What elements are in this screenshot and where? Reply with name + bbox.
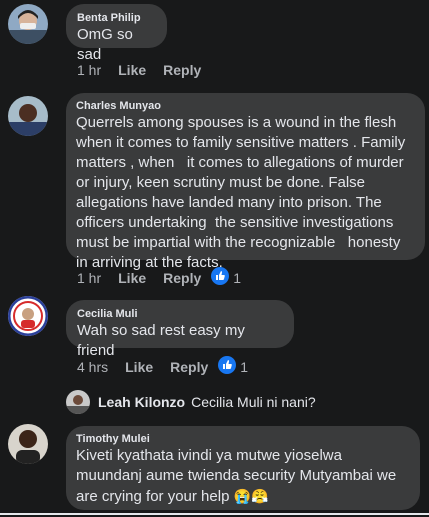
comment-text: OmG so sad	[77, 26, 138, 63]
comment-bubble-benta-philip: Benta Philip OmG so sad	[66, 4, 167, 63]
comment-timestamp[interactable]: 1 hr	[77, 270, 101, 286]
crying-emoji-icon: 😭😤	[233, 488, 269, 504]
comment-author[interactable]: Cecilia Muli	[77, 308, 283, 321]
avatar-benta-philip[interactable]	[8, 4, 48, 44]
reply-button[interactable]: Reply	[163, 62, 201, 78]
comment-author[interactable]: Charles Munyao	[76, 100, 415, 113]
like-reaction-icon	[218, 356, 237, 377]
like-button[interactable]: Like	[125, 359, 153, 375]
avatar-charles-munyao[interactable]	[8, 96, 48, 136]
comment-bubble-cecilia-muli: Cecilia Muli Wah so sad rest easy my fri…	[66, 300, 294, 359]
comment-bubble-timothy-mulei: Timothy Mulei Kiveti kyathata ivindi ya …	[66, 426, 420, 510]
comment-actions: 1 hr Like Reply	[77, 62, 218, 78]
comment-timestamp[interactable]: 1 hr	[77, 62, 101, 78]
comment-text: Wah so sad rest easy my friend	[77, 322, 250, 359]
comment-timestamp[interactable]: 4 hrs	[77, 359, 108, 375]
reply-text: Cecilia Muli ni nani?	[191, 394, 316, 410]
comment-actions: 1 hr Like Reply 1	[77, 267, 241, 288]
comment-bubble-charles-munyao: Charles Munyao Querrels among spouses is…	[66, 93, 425, 271]
reaction-summary[interactable]: 1	[211, 267, 241, 288]
avatar-leah-kilonzo[interactable]	[66, 390, 90, 414]
reply-button[interactable]: Reply	[163, 270, 201, 286]
avatar-cecilia-muli[interactable]	[8, 296, 48, 336]
like-button[interactable]: Like	[118, 270, 146, 286]
reaction-count: 1	[233, 269, 242, 286]
like-reaction-icon	[211, 267, 230, 288]
comment-text: Querrels among spouses is a wound in the…	[76, 114, 410, 271]
reaction-summary[interactable]: 1	[218, 356, 248, 377]
avatar-timothy-mulei[interactable]	[8, 424, 48, 464]
reply-preview[interactable]: Leah Kilonzo Cecilia Muli ni nani?	[66, 390, 316, 414]
reply-author[interactable]: Leah Kilonzo	[98, 394, 185, 410]
comment-actions: 4 hrs Like Reply 1	[77, 356, 248, 377]
bottom-divider	[0, 513, 429, 515]
reaction-count: 1	[240, 358, 249, 375]
comment-text: Kiveti kyathata ivindi ya mutwe yioselwa…	[76, 446, 410, 507]
like-button[interactable]: Like	[118, 62, 146, 78]
reply-button[interactable]: Reply	[170, 359, 208, 375]
comment-author[interactable]: Timothy Mulei	[76, 433, 410, 446]
comment-author[interactable]: Benta Philip	[77, 12, 156, 25]
